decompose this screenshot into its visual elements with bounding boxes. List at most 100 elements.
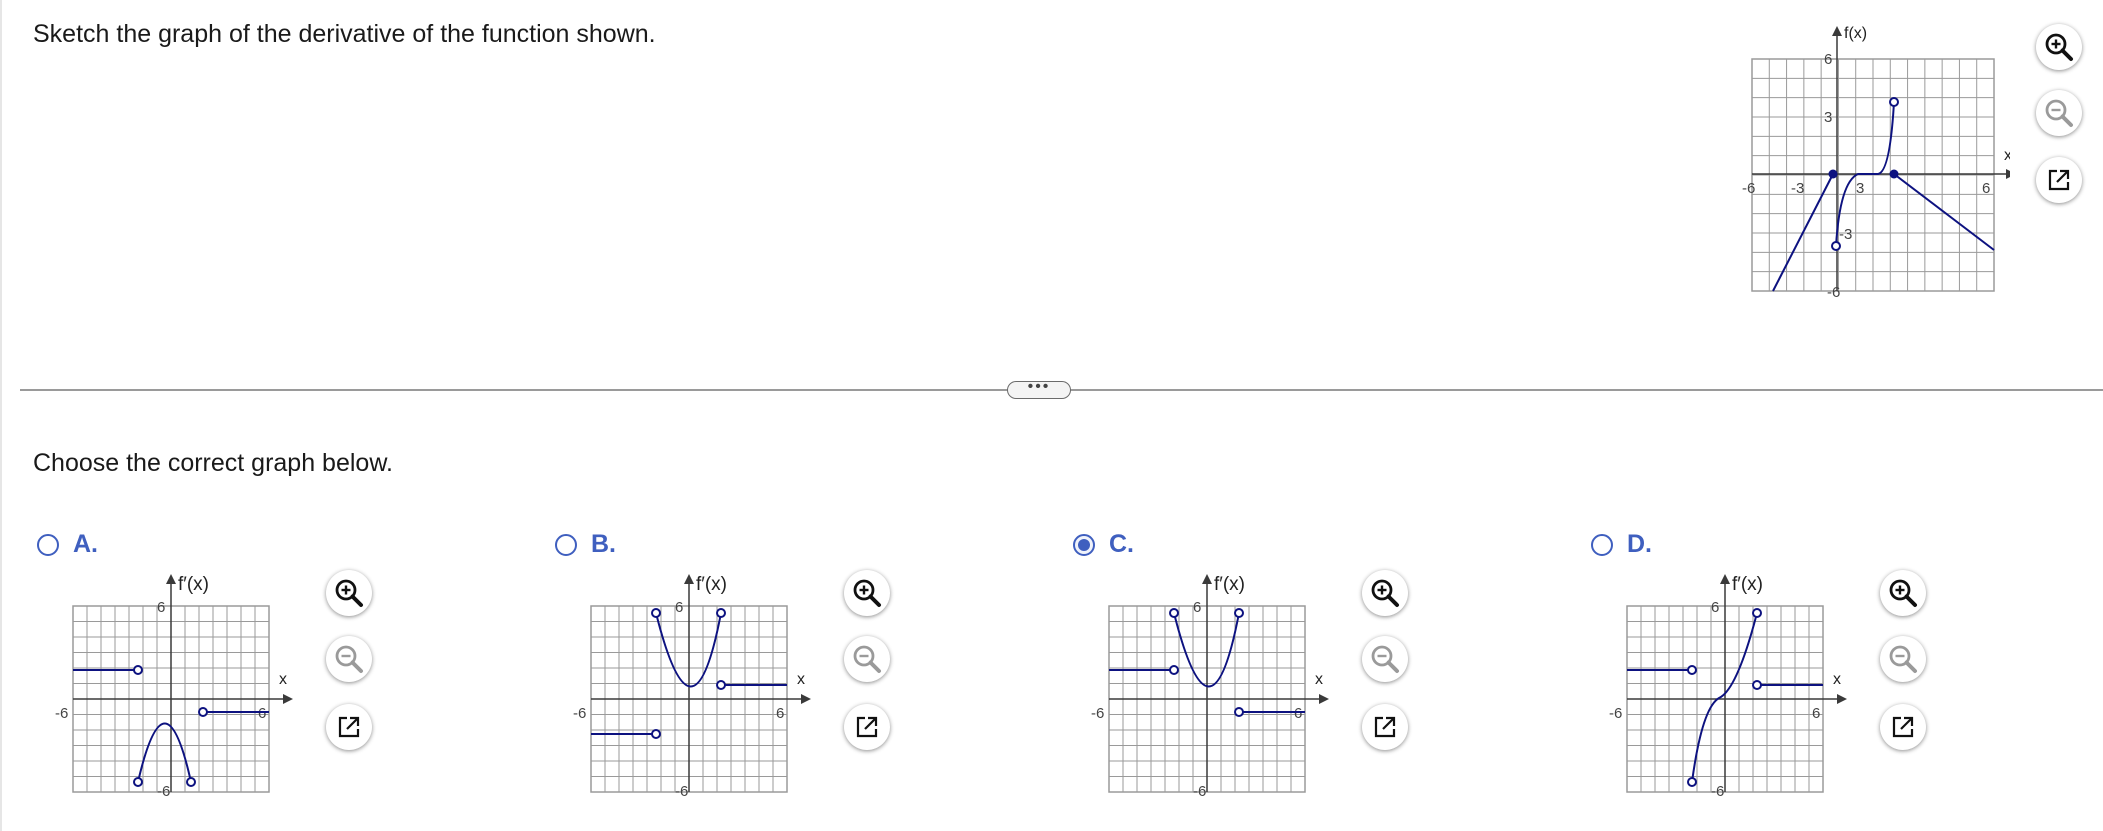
option-y-axis-label: f′(x) [1732,574,1763,595]
option-graph-d: f′(x) x 6 -6 6 -6 [1609,574,1847,800]
open-point [1687,777,1697,787]
option-tick-right: 6 [258,705,266,722]
option-c-zoom-out-button[interactable] [1362,636,1408,682]
main-zoom-out-button[interactable] [2036,90,2082,136]
main-y-axis-label: f(x) [1844,25,1867,42]
option-c-zoom-in-button[interactable] [1362,570,1408,616]
option-d-zoom-in-button[interactable] [1880,570,1926,616]
main-tick-neg3-y: -3 [1839,226,1852,243]
open-point [651,729,661,739]
option-graph-b: f′(x) x 6 -6 6 -6 [573,574,811,800]
open-point [1752,608,1762,618]
open-point [1752,680,1762,690]
option-c-open-external-button[interactable] [1362,704,1408,750]
option-tick-left: -6 [55,705,68,722]
option-b[interactable]: B. [555,530,616,559]
option-radio[interactable] [555,533,577,556]
option-radio[interactable] [37,533,59,556]
option-b-zoom-in-button[interactable] [844,570,890,616]
open-external-icon [338,716,360,738]
open-point [1687,665,1697,675]
option-d[interactable]: D. [1591,530,1652,559]
open-external-icon [856,716,878,738]
option-a-zoom-in-button[interactable] [326,570,372,616]
open-external-icon [1374,716,1396,738]
main-x-axis-label: x [2004,147,2010,164]
option-tick-right: 6 [776,705,784,722]
main-zoom-in-button[interactable] [2036,24,2082,70]
option-x-axis-label: x [797,671,805,688]
option-y-axis-label: f′(x) [696,574,727,595]
open-point [186,777,196,787]
option-c[interactable]: C. [1073,530,1134,559]
option-x-axis-label: x [279,671,287,688]
option-radio[interactable] [1073,533,1095,556]
option-y-axis-label: f′(x) [1214,574,1245,595]
main-closed-point [1889,169,1899,179]
option-tick-left: -6 [573,705,586,722]
option-tick-left: -6 [1091,705,1104,722]
open-external-icon [2048,169,2070,191]
option-x-axis-label: x [1315,671,1323,688]
option-tick-bottom: -6 [1711,783,1724,800]
open-point [716,680,726,690]
option-y-axis-label: f′(x) [178,574,209,595]
option-letter: B. [591,530,616,558]
option-a-zoom-out-button[interactable] [326,636,372,682]
main-tick-pos6-y: 6 [1824,51,1832,68]
main-open-point [1831,241,1841,251]
option-graph-a: f′(x) x 6 -6 6 -6 [55,574,293,800]
zoom-out-icon [2045,99,2073,127]
option-letter: D. [1627,530,1652,558]
zoom-in-icon [2045,33,2073,61]
zoom-out-icon [1889,645,1917,673]
open-external-icon [1892,716,1914,738]
zoom-out-icon [1371,645,1399,673]
option-tick-bottom: -6 [1193,783,1206,800]
option-tick-top: 6 [675,599,683,616]
option-b-open-external-button[interactable] [844,704,890,750]
zoom-in-icon [1371,579,1399,607]
main-tick-neg3-x: -3 [1791,180,1804,197]
option-tick-top: 6 [1711,599,1719,616]
zoom-in-icon [335,579,363,607]
prompt-text: Choose the correct graph below. [33,449,393,477]
main-tick-pos6-x: 6 [1982,180,1990,197]
main-open-external-button[interactable] [2036,157,2082,203]
open-point [716,608,726,618]
option-tick-top: 6 [157,599,165,616]
main-function-graph: f(x) x -6 -3 3 6 6 3 -3 -6 [1742,25,2010,301]
option-tick-bottom: -6 [675,783,688,800]
option-b-zoom-out-button[interactable] [844,636,890,682]
radio-selected-dot [1078,538,1090,551]
zoom-in-icon [1889,579,1917,607]
option-tick-top: 6 [1193,599,1201,616]
option-tick-right: 6 [1294,705,1302,722]
main-tick-pos3-x: 3 [1856,180,1864,197]
open-point [1169,665,1179,675]
option-radio[interactable] [1591,533,1613,556]
main-open-point [1889,97,1899,107]
main-tick-pos3-y: 3 [1824,109,1832,126]
zoom-in-icon [853,579,881,607]
option-letter: A. [73,530,98,558]
option-d-zoom-out-button[interactable] [1880,636,1926,682]
main-tick-neg6-y: -6 [1827,284,1840,301]
option-tick-right: 6 [1812,705,1820,722]
question-text: Sketch the graph of the derivative of th… [33,20,656,48]
expand-button[interactable]: ••• [1007,378,1071,399]
option-letter: C. [1109,530,1134,558]
option-d-open-external-button[interactable] [1880,704,1926,750]
open-point [651,608,661,618]
open-point [133,665,143,675]
option-a[interactable]: A. [37,530,98,559]
main-tick-neg6-x: -6 [1742,180,1755,197]
zoom-out-icon [335,645,363,673]
open-point [1169,608,1179,618]
open-point [1234,608,1244,618]
option-tick-left: -6 [1609,705,1622,722]
option-a-open-external-button[interactable] [326,704,372,750]
left-border [0,0,2,831]
main-closed-point [1828,169,1838,179]
zoom-out-icon [853,645,881,673]
